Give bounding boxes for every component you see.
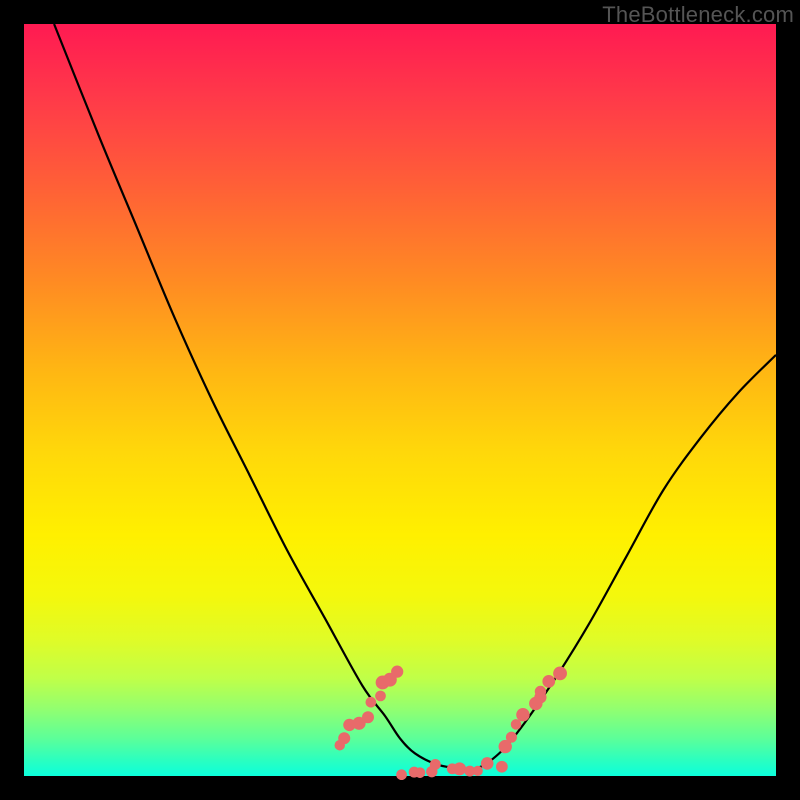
bottleneck-curve [54, 24, 776, 769]
dot [516, 708, 529, 721]
dot [496, 761, 508, 773]
dot [366, 697, 377, 708]
dot [362, 711, 374, 723]
dot [391, 666, 403, 678]
dot [506, 732, 517, 743]
dot [453, 762, 466, 775]
curve-layer [24, 24, 776, 776]
dot [375, 691, 386, 702]
dot [415, 767, 426, 778]
dot [511, 719, 522, 730]
dot [481, 757, 494, 770]
dot [338, 732, 350, 744]
highlight-dots [335, 666, 567, 781]
dot [535, 686, 546, 697]
dot [430, 759, 441, 770]
dot [396, 769, 407, 780]
dot [553, 666, 567, 680]
dot [473, 766, 483, 776]
dot [542, 675, 555, 688]
